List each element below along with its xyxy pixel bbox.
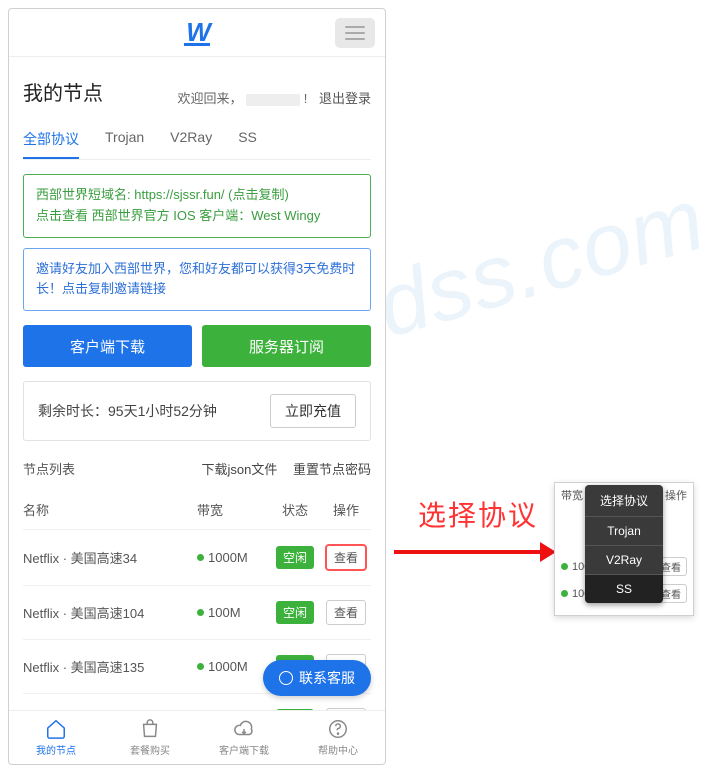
recharge-button[interactable]: 立即充值 — [270, 394, 356, 428]
nav-help[interactable]: 帮助中心 — [291, 711, 385, 764]
notice-invite[interactable]: 邀请好友加入西部世界，您和好友都可以获得3天免费时长！点击复制邀请链接 — [23, 248, 371, 312]
bottom-nav: 我的节点 套餐购买 客户端下载 帮助中心 — [9, 710, 385, 764]
node-name: Netflix · 美国高速135 — [23, 657, 197, 676]
chat-icon — [279, 671, 293, 685]
protocol-option-ss[interactable]: SS — [585, 575, 663, 603]
balance-bar: 剩余时长：95天1小时52分钟 立即充值 — [23, 381, 371, 441]
nav-purchase[interactable]: 套餐购买 — [103, 711, 197, 764]
notice-text: 西部世界短域名: — [36, 187, 134, 202]
mini-col-bandwidth: 带宽 — [561, 487, 583, 503]
tab-v2ray[interactable]: V2Ray — [170, 121, 212, 159]
protocol-menu-title: 选择协议 — [585, 485, 663, 517]
logout-link[interactable]: 退出登录 — [319, 91, 371, 106]
col-name: 名称 — [23, 500, 197, 519]
list-title: 节点列表 — [23, 459, 75, 478]
status-badge: 空闲 — [276, 546, 314, 569]
protocol-menu: 选择协议 Trojan V2Ray SS — [585, 485, 663, 603]
app-frame: W 我的节点 欢迎回来， ! 退出登录 全部协议 Trojan V2Ray SS… — [8, 8, 386, 765]
node-name: Netflix · 美国高速34 — [23, 548, 197, 567]
col-action: 操作 — [321, 500, 371, 519]
table-row: Netflix · 美国高速34 1000M 空闲 查看 — [23, 530, 371, 586]
nav-label: 我的节点 — [36, 742, 76, 757]
logo: W — [186, 17, 208, 48]
menu-button[interactable] — [335, 18, 375, 48]
mini-col-action: 操作 — [665, 487, 687, 503]
table-row: Netflix · 美国高速104 100M 空闲 查看 — [23, 586, 371, 640]
node-bandwidth: 1000M — [197, 550, 269, 565]
list-head: 节点列表 下载json文件 重置节点密码 — [23, 459, 371, 478]
status-dot-icon — [197, 554, 204, 561]
protocol-option-v2ray[interactable]: V2Ray — [585, 546, 663, 575]
download-client-button[interactable]: 客户端下载 — [23, 325, 192, 367]
nav-my-nodes[interactable]: 我的节点 — [9, 711, 103, 764]
notice-link[interactable]: West Wingy — [251, 208, 320, 223]
notice-link[interactable]: 点击复制邀请链接 — [62, 281, 166, 296]
node-name: Netflix · 美国高速104 — [23, 603, 197, 622]
col-status: 状态 — [269, 500, 321, 519]
node-bandwidth: 1000M — [197, 659, 269, 674]
arrow-annotation — [394, 542, 556, 562]
status-dot-icon — [561, 590, 568, 597]
tab-all[interactable]: 全部协议 — [23, 121, 79, 159]
notice-text: 点击查看 西部世界官方 IOS 客户端： — [36, 208, 251, 223]
cloud-download-icon — [233, 718, 255, 740]
nav-download[interactable]: 客户端下载 — [197, 711, 291, 764]
nav-label: 套餐购买 — [130, 742, 170, 757]
username-masked — [246, 94, 300, 106]
balance-text: 剩余时长：95天1小时52分钟 — [38, 401, 217, 421]
status-dot-icon — [561, 563, 568, 570]
node-bandwidth: 100M — [197, 605, 269, 620]
main-content: 我的节点 欢迎回来， ! 退出登录 全部协议 Trojan V2Ray SS 西… — [9, 57, 385, 710]
reset-password-link[interactable]: 重置节点密码 — [293, 462, 371, 477]
home-icon — [45, 718, 67, 740]
welcome-prefix: 欢迎回来， — [177, 91, 242, 106]
protocol-option-trojan[interactable]: Trojan — [585, 517, 663, 546]
nav-label: 帮助中心 — [318, 742, 358, 757]
contact-support-button[interactable]: 联系客服 — [263, 660, 371, 696]
notice-shortdomain[interactable]: 西部世界短域名: https://sjssr.fun/ (点击复制) 点击查看 … — [23, 174, 371, 238]
table-row: Netflix · 美国高速60 1000M 空闲 查看 — [23, 694, 371, 710]
callout-label: 选择协议 — [418, 494, 538, 534]
status-badge: 空闲 — [276, 601, 314, 624]
button-row: 客户端下载 服务器订阅 — [23, 325, 371, 367]
tab-ss[interactable]: SS — [238, 121, 257, 159]
top-bar: W — [9, 9, 385, 57]
bag-icon — [139, 718, 161, 740]
welcome-suffix: ! — [304, 91, 308, 106]
server-subscribe-button[interactable]: 服务器订阅 — [202, 325, 371, 367]
status-dot-icon — [197, 609, 204, 616]
protocol-tabs: 全部协议 Trojan V2Ray SS — [23, 121, 371, 160]
download-json-link[interactable]: 下载json文件 — [202, 462, 278, 477]
nav-label: 客户端下载 — [219, 742, 269, 757]
status-dot-icon — [197, 663, 204, 670]
protocol-popover-preview: 带宽 操作 选择协议 Trojan V2Ray SS 1000M 查看 100M… — [554, 482, 694, 616]
table-header: 名称 带宽 状态 操作 — [23, 490, 371, 530]
col-bandwidth: 带宽 — [197, 500, 269, 519]
notice-link[interactable]: https://sjssr.fun/ (点击复制) — [134, 187, 289, 202]
tab-trojan[interactable]: Trojan — [105, 121, 144, 159]
view-button[interactable]: 查看 — [325, 544, 367, 571]
contact-label: 联系客服 — [299, 668, 355, 688]
view-button[interactable]: 查看 — [326, 600, 366, 625]
help-icon — [327, 718, 349, 740]
